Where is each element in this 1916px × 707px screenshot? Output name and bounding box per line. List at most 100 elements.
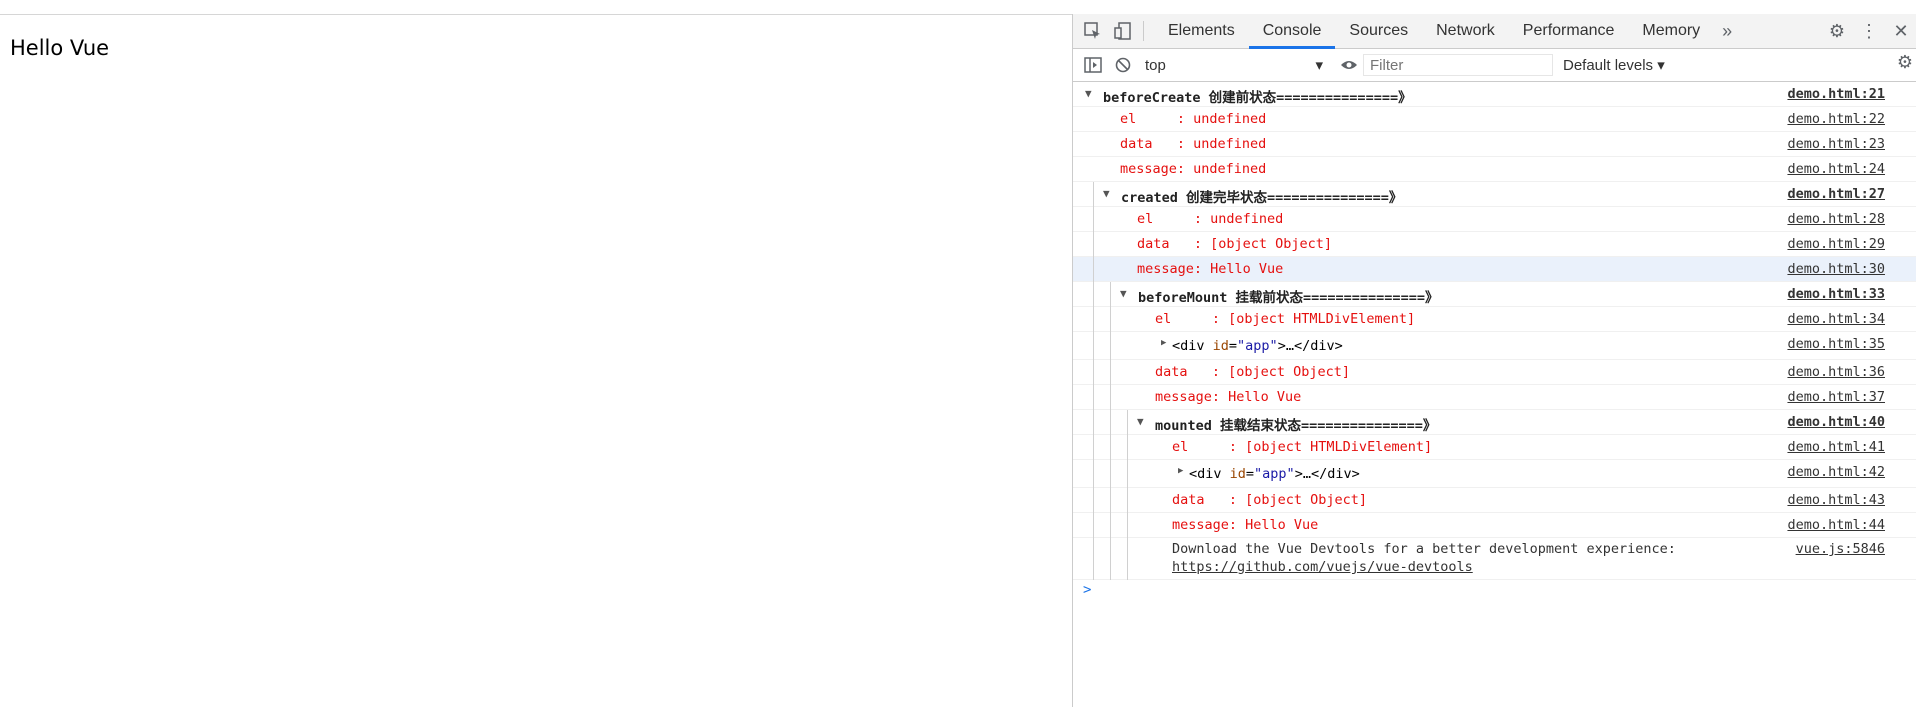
group-header[interactable]: mounted 挂载结束状态===============》: [1155, 414, 1436, 434]
tab-network[interactable]: Network: [1422, 14, 1509, 48]
log-message: message: Hello Vue: [1172, 517, 1319, 533]
log-message: message: undefined: [1120, 161, 1267, 177]
log-message: el : undefined: [1137, 211, 1284, 227]
group-guide-line: [1093, 332, 1094, 360]
console-line: el : [object HTMLDivElement] demo.html:4…: [1073, 435, 1916, 460]
source-link[interactable]: demo.html:23: [1787, 136, 1885, 152]
source-link[interactable]: demo.html:34: [1787, 311, 1885, 327]
expanded-triangle-icon[interactable]: ▼: [1120, 287, 1127, 300]
tab-memory[interactable]: Memory: [1628, 14, 1714, 48]
console-line: data : [object Object] demo.html:36: [1073, 360, 1916, 385]
close-devtools-icon[interactable]: ✕: [1885, 14, 1916, 48]
chevron-down-icon: ▾: [1657, 57, 1665, 74]
group-guide-line: [1093, 360, 1094, 385]
element-node[interactable]: <div id="app">…</div>: [1172, 338, 1343, 354]
source-link[interactable]: demo.html:28: [1787, 211, 1885, 227]
group-guide-line: [1127, 513, 1128, 538]
group-header[interactable]: beforeMount 挂载前状态===============》: [1138, 286, 1438, 306]
source-link[interactable]: demo.html:30: [1787, 261, 1885, 277]
devtools-tabbar: Elements Console Sources Network Perform…: [1073, 14, 1916, 49]
console-line: el : [object HTMLDivElement] demo.html:3…: [1073, 307, 1916, 332]
console-line: message: Hello Vue demo.html:30: [1073, 257, 1916, 282]
group-guide-line: [1093, 207, 1094, 232]
expanded-triangle-icon[interactable]: ▼: [1085, 87, 1092, 100]
show-sidebar-icon[interactable]: [1083, 55, 1103, 75]
tabbar-right-icons: ⚙ ⋮ ✕: [1821, 14, 1916, 48]
collapsed-triangle-icon[interactable]: ▶: [1178, 466, 1183, 476]
source-link[interactable]: demo.html:42: [1787, 464, 1885, 480]
settings-gear-icon[interactable]: ⚙: [1821, 14, 1853, 48]
log-message: data : [object Object]: [1137, 236, 1333, 252]
source-link[interactable]: demo.html:22: [1787, 111, 1885, 127]
attr-name: id: [1229, 466, 1246, 482]
source-link[interactable]: vue.js:5846: [1796, 541, 1885, 557]
source-link[interactable]: demo.html:41: [1787, 439, 1885, 455]
more-tabs-button[interactable]: »: [1714, 21, 1740, 42]
eye-icon[interactable]: [1339, 55, 1359, 75]
console-prompt-chevron-icon: >: [1083, 582, 1092, 598]
browser-top-strip: [0, 0, 1916, 15]
console-line: el : undefined demo.html:28: [1073, 207, 1916, 232]
tabbar-separator: [1143, 21, 1144, 41]
source-link[interactable]: demo.html:27: [1787, 186, 1885, 202]
source-link[interactable]: demo.html:21: [1787, 86, 1885, 102]
log-message: data : [object Object]: [1172, 492, 1368, 508]
source-link[interactable]: demo.html:44: [1787, 517, 1885, 533]
tab-elements[interactable]: Elements: [1154, 14, 1249, 48]
group-guide-line: [1093, 232, 1094, 257]
expanded-triangle-icon[interactable]: ▼: [1137, 415, 1144, 428]
log-levels-label: Default levels: [1563, 57, 1654, 74]
vue-devtools-link[interactable]: https://github.com/vuejs/vue-devtools: [1172, 559, 1473, 575]
console-toolbar: top ▾ Default levels ▾ ⚙: [1073, 49, 1916, 82]
console-line: message: Hello Vue demo.html:44: [1073, 513, 1916, 538]
source-link[interactable]: demo.html:35: [1787, 336, 1885, 352]
source-link[interactable]: demo.html:24: [1787, 161, 1885, 177]
console-line: message: undefined demo.html:24: [1073, 157, 1916, 182]
console-line: ▼ mounted 挂载结束状态===============》 demo.ht…: [1073, 410, 1916, 435]
tab-sources[interactable]: Sources: [1335, 14, 1422, 48]
group-guide-line: [1127, 538, 1128, 580]
group-guide-line: [1110, 410, 1111, 435]
log-message: message: Hello Vue: [1137, 261, 1284, 277]
tag-close: >…</div>: [1277, 338, 1343, 354]
console-prompt-row[interactable]: >: [1073, 580, 1916, 602]
source-link[interactable]: demo.html:29: [1787, 236, 1885, 252]
context-value: top: [1145, 56, 1166, 74]
group-guide-line: [1110, 385, 1111, 410]
attr-equals: =: [1245, 466, 1255, 482]
console-line: ▼ beforeCreate 创建前状态===============》 dem…: [1073, 82, 1916, 107]
source-link[interactable]: demo.html:36: [1787, 364, 1885, 380]
tag-open: <div: [1189, 466, 1230, 482]
element-node[interactable]: <div id="app">…</div>: [1189, 466, 1360, 482]
source-link[interactable]: demo.html:40: [1787, 414, 1885, 430]
tab-console[interactable]: Console: [1248, 14, 1336, 49]
group-header[interactable]: created 创建完毕状态===============》: [1121, 186, 1402, 206]
console-filter-input[interactable]: [1363, 54, 1553, 76]
console-line: ▼ created 创建完毕状态===============》 demo.ht…: [1073, 182, 1916, 207]
expanded-triangle-icon[interactable]: ▼: [1103, 187, 1110, 200]
clear-console-icon[interactable]: [1113, 55, 1133, 75]
source-link[interactable]: demo.html:33: [1787, 286, 1885, 302]
device-toolbar-icon[interactable]: [1113, 21, 1133, 41]
inspect-element-icon[interactable]: [1083, 21, 1103, 41]
group-header[interactable]: beforeCreate 创建前状态===============》: [1103, 86, 1412, 106]
context-selector[interactable]: top ▾: [1139, 53, 1329, 77]
source-link[interactable]: demo.html:37: [1787, 389, 1885, 405]
console-line: ▼ beforeMount 挂载前状态===============》 demo…: [1073, 282, 1916, 307]
console-line: data : [object Object] demo.html:43: [1073, 488, 1916, 513]
console-line: message: Hello Vue demo.html:37: [1073, 385, 1916, 410]
source-link[interactable]: demo.html:43: [1787, 492, 1885, 508]
tab-performance[interactable]: Performance: [1509, 14, 1629, 48]
more-options-icon[interactable]: ⋮: [1853, 14, 1885, 48]
group-guide-line: [1093, 307, 1094, 332]
group-guide-line: [1093, 435, 1094, 460]
group-guide-line: [1110, 332, 1111, 360]
group-guide-line: [1127, 435, 1128, 460]
console-settings-gear-icon[interactable]: ⚙: [1897, 52, 1913, 73]
group-guide-line: [1110, 513, 1111, 538]
console-line: ▶ <div id="app">…</div> demo.html:42: [1073, 460, 1916, 488]
collapsed-triangle-icon[interactable]: ▶: [1161, 338, 1166, 348]
tag-close: >…</div>: [1294, 466, 1360, 482]
attr-value: "app": [1254, 466, 1295, 482]
log-levels-dropdown[interactable]: Default levels ▾: [1563, 56, 1665, 74]
